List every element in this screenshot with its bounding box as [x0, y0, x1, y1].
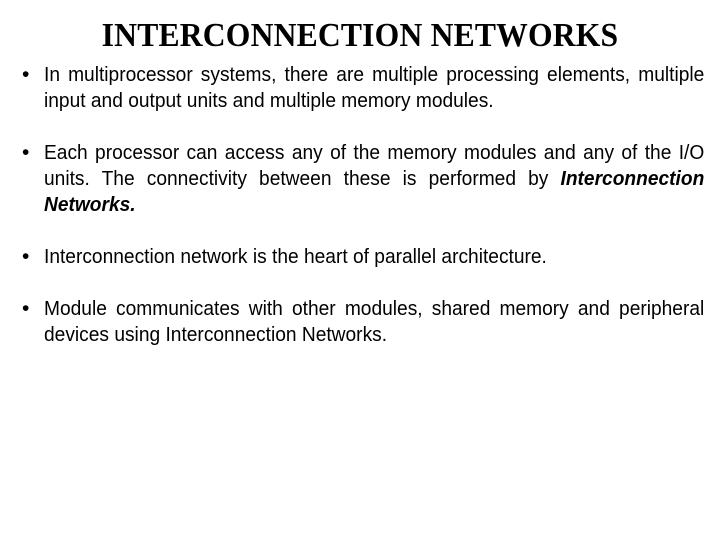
bullet-dot-icon: •: [22, 245, 30, 268]
slide-canvas: INTERCONNECTION NETWORKS • In multiproce…: [0, 0, 720, 540]
list-item-body: In multiprocessor systems, there are mul…: [44, 63, 705, 112]
list-item: • Each processor can access any of the m…: [16, 140, 704, 218]
list-item-text: Each processor can access any of the mem…: [44, 140, 704, 218]
list-item-text: In multiprocessor systems, there are mul…: [44, 62, 704, 114]
bullet-dot-icon: •: [22, 141, 30, 164]
list-item-body: Interconnection network is the heart of …: [44, 245, 547, 268]
list-item: • In multiprocessor systems, there are m…: [16, 62, 704, 114]
list-item-text: Interconnection network is the heart of …: [44, 244, 704, 270]
bullet-dot-icon: •: [22, 297, 30, 320]
list-item: • Interconnection network is the heart o…: [16, 244, 704, 270]
page-title: INTERCONNECTION NETWORKS: [101, 17, 619, 54]
bullet-dot-icon: •: [22, 63, 30, 86]
list-item-body: Module communicates with other modules, …: [44, 297, 705, 346]
list-item-text: Module communicates with other modules, …: [44, 296, 704, 348]
list-item: • Module communicates with other modules…: [16, 296, 704, 348]
bullet-list: • In multiprocessor systems, there are m…: [16, 62, 704, 348]
